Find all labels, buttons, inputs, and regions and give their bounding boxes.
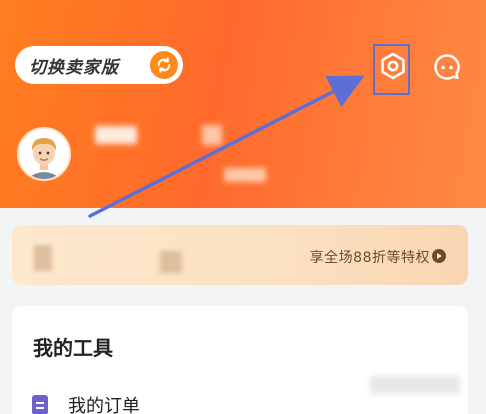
user-avatar[interactable]	[17, 127, 71, 181]
play-arrow-icon	[432, 249, 446, 263]
vip-name-redacted	[160, 251, 182, 273]
tool-item-label: 我的订单	[68, 396, 140, 414]
chat-bubble-icon[interactable]	[432, 52, 462, 82]
settings-highlight-box	[373, 44, 410, 95]
watermark-redacted	[370, 376, 460, 394]
my-tools-title: 我的工具	[33, 336, 113, 360]
vip-logo-redacted	[34, 245, 52, 271]
switch-seller-label: 切换卖家版	[29, 57, 119, 78]
switch-seller-button[interactable]: 切换卖家版	[15, 46, 183, 84]
order-list-icon	[32, 395, 48, 414]
username-redacted	[95, 126, 137, 144]
vip-privilege-text: 享全场88折等特权	[309, 250, 430, 266]
vip-banner[interactable]: 享全场88折等特权	[12, 225, 468, 285]
user-info-redacted	[224, 168, 266, 182]
tool-item-my-orders[interactable]: 我的订单	[32, 392, 140, 414]
my-tools-card: 我的工具 我的订单	[12, 306, 468, 414]
profile-header: 切换卖家版	[0, 0, 486, 208]
refresh-icon	[150, 51, 178, 79]
user-info-redacted	[202, 125, 222, 145]
